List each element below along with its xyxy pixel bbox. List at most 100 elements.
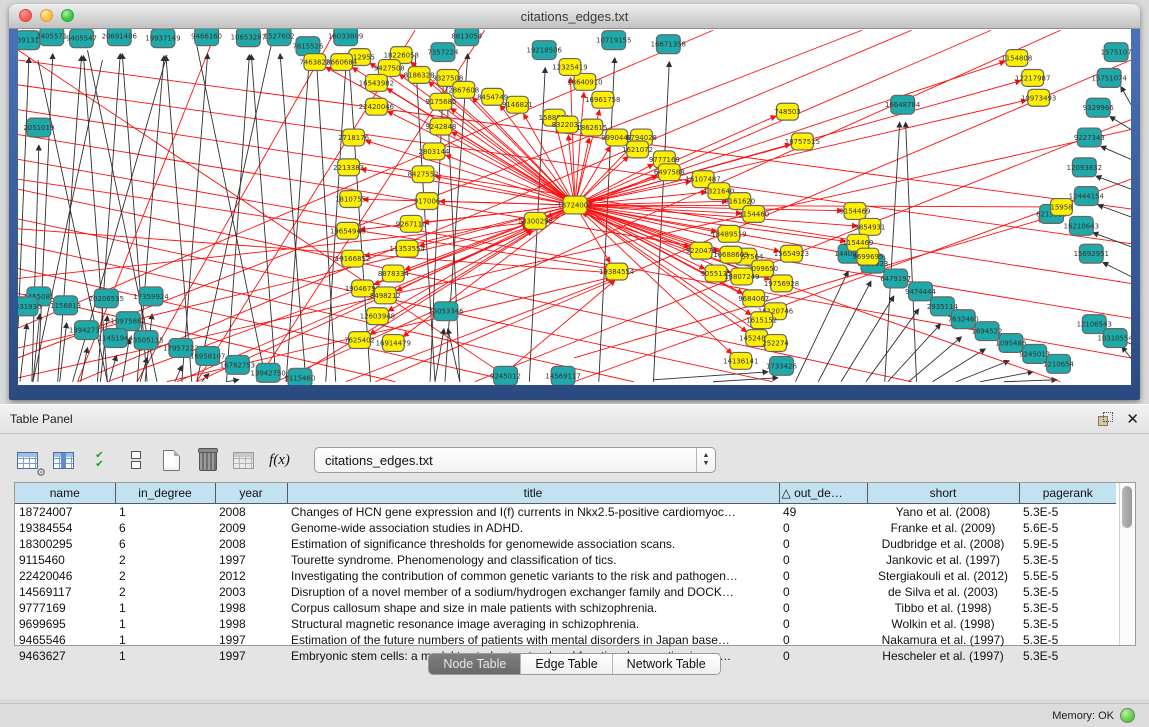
float-panel-icon[interactable] xyxy=(1098,412,1112,426)
select-all-rows-button[interactable]: ✔✔ xyxy=(86,447,113,473)
graph-node[interactable]: 1156813 xyxy=(50,296,81,315)
function-builder-button[interactable]: f(x) xyxy=(266,447,293,473)
graph-node[interactable]: 10973493 xyxy=(1021,89,1056,106)
graph-node[interactable]: 9227343 xyxy=(1074,128,1105,147)
graph-node[interactable]: 8813054 xyxy=(451,29,482,46)
graph-node[interactable]: 8427552 xyxy=(408,166,439,183)
graph-node[interactable]: 1210654 xyxy=(1043,354,1074,373)
table-row[interactable]: 1456911722003Disruption of a novel membe… xyxy=(15,584,1116,600)
graph-node[interactable]: 917006 xyxy=(414,193,440,210)
graph-node[interactable]: 9245012 xyxy=(490,366,521,385)
column-header-short[interactable]: short xyxy=(867,483,1019,504)
graph-node[interactable]: 12217987 xyxy=(1015,69,1050,86)
graph-node[interactable]: 9684067 xyxy=(738,290,769,307)
table-row[interactable]: 946554611997Estimation of the future num… xyxy=(15,632,1116,648)
zoom-window-button[interactable] xyxy=(61,9,74,22)
delete-table-button[interactable] xyxy=(194,447,221,473)
graph-node[interactable]: 12444154 xyxy=(1069,187,1105,206)
graph-node[interactable]: 16671358 xyxy=(651,35,686,54)
graph-node[interactable]: 9854931 xyxy=(854,218,885,235)
graph-node[interactable]: 16648784 xyxy=(885,95,921,114)
graph-node[interactable]: 16033809 xyxy=(328,29,363,46)
graph-node[interactable]: 9154469 xyxy=(840,203,871,220)
table-row[interactable]: 1830029562008Estimation of significance … xyxy=(15,536,1116,552)
graph-node[interactable]: 252274 xyxy=(762,335,789,352)
graph-node[interactable]: 9175685 xyxy=(426,93,457,110)
graph-node[interactable]: 1733426 xyxy=(766,356,797,375)
graph-node[interactable]: 10653287 xyxy=(231,29,266,47)
close-panel-icon[interactable]: ✕ xyxy=(1126,412,1139,427)
graph-node[interactable]: 15751074 xyxy=(1092,68,1128,87)
column-header-out_de[interactable]: △ out_de… xyxy=(779,483,867,504)
graph-node[interactable]: 10975887 xyxy=(111,312,146,331)
graph-node[interactable]: 2867608 xyxy=(448,81,479,98)
row-height-button[interactable] xyxy=(122,447,149,473)
graph-node[interactable]: 15692951 xyxy=(1074,244,1109,263)
graph-node[interactable]: 9115460 xyxy=(285,368,316,385)
graph-node[interactable]: 9154460 xyxy=(738,206,769,223)
graph-node[interactable]: 7632460 xyxy=(948,310,979,329)
table-row[interactable]: 1872400712008Changes of HCN gene express… xyxy=(15,504,1116,521)
graph-node[interactable]: 1694522 xyxy=(972,322,1003,341)
minimize-window-button[interactable] xyxy=(40,9,53,22)
graph-node[interactable]: 19218506 xyxy=(527,41,562,60)
graph-node[interactable]: 12093832 xyxy=(1067,158,1102,177)
network-graph[interactable]: 1391312240557194055472069140619937149946… xyxy=(18,29,1131,385)
table-selector-dropdown[interactable]: citations_edges.txt ▲▼ xyxy=(314,447,716,473)
graph-node[interactable]: 15958 xyxy=(1050,199,1072,216)
graph-node[interactable]: 1615152 xyxy=(746,312,777,329)
scrollbar-thumb[interactable] xyxy=(1122,486,1132,528)
column-header-name[interactable]: name xyxy=(15,483,115,504)
graph-node[interactable]: 9699695 xyxy=(852,248,883,265)
graph-node[interactable]: 7815526 xyxy=(292,37,323,56)
table-row[interactable]: 977716911998Corpus callosum shape and si… xyxy=(15,600,1116,616)
graph-node[interactable]: 1575107 xyxy=(1101,43,1131,62)
graph-node[interactable]: 18757515 xyxy=(785,133,820,150)
close-window-button[interactable] xyxy=(19,9,32,22)
new-table-button[interactable] xyxy=(158,447,185,473)
graph-node[interactable]: 18489519 xyxy=(711,225,746,242)
network-canvas[interactable]: 1391312240557194055472069140619937149946… xyxy=(18,29,1131,385)
column-header-in_degree[interactable]: in_degree xyxy=(115,483,215,504)
graph-node[interactable]: 7357224 xyxy=(427,43,458,62)
graph-node[interactable]: 16961758 xyxy=(585,91,620,108)
column-header-pagerank[interactable]: pagerank xyxy=(1019,483,1116,504)
graph-node[interactable]: 17359924 xyxy=(133,287,169,306)
graph-node[interactable]: 2405571 xyxy=(36,29,67,46)
tab-edge-table[interactable]: Edge Table xyxy=(521,654,612,674)
graph-node[interactable]: 2718176 xyxy=(338,129,369,146)
graph-node[interactable]: 7625402 xyxy=(344,332,375,349)
graph-node[interactable]: 1331930 xyxy=(18,297,41,316)
table-row[interactable]: 969969511998Structural magnetic resonanc… xyxy=(15,616,1116,632)
tab-network-table[interactable]: Network Table xyxy=(613,654,720,674)
graph-node[interactable]: 8498212 xyxy=(370,287,401,304)
show-columns-button[interactable] xyxy=(50,447,77,473)
graph-node[interactable]: 14136141 xyxy=(723,352,758,369)
graph-node[interactable]: 6497588 xyxy=(654,164,685,181)
vertical-scrollbar[interactable] xyxy=(1119,483,1135,645)
table-settings-button[interactable]: ⚙ xyxy=(14,447,41,473)
graph-node[interactable]: 9146821 xyxy=(502,96,533,113)
graph-node[interactable]: 2213383 xyxy=(333,159,364,176)
table-row[interactable]: 1938455462009Genome-wide association stu… xyxy=(15,520,1116,536)
graph-node[interactable]: 19937149 xyxy=(145,29,180,48)
column-header-year[interactable]: year xyxy=(215,483,287,504)
graph-node[interactable]: 9242848 xyxy=(426,118,457,135)
graph-node[interactable]: 9405547 xyxy=(66,29,97,48)
graph-node[interactable]: 9267110 xyxy=(396,215,427,232)
graph-node[interactable]: 8878334 xyxy=(378,265,409,282)
graph-node[interactable]: 9220470 xyxy=(686,242,717,259)
table-row[interactable]: 911546021997Tourette syndrome. Phenomeno… xyxy=(15,552,1116,568)
graph-node[interactable]: 16210643 xyxy=(1064,216,1099,235)
window-titlebar[interactable]: citations_edges.txt xyxy=(9,4,1140,29)
graph-node[interactable]: 9329966 xyxy=(1083,98,1114,117)
graph-node[interactable]: 6479197 xyxy=(880,269,911,288)
tab-node-table[interactable]: Node Table xyxy=(429,654,521,674)
graph-node[interactable]: 2051019 xyxy=(23,118,54,137)
node-table[interactable]: namein_degreeyeartitle△ out_de…shortpage… xyxy=(15,483,1116,664)
graph-node[interactable]: 20691406 xyxy=(102,29,137,46)
graph-node[interactable]: 8186328 xyxy=(404,67,435,84)
graph-node[interactable]: 9466160 xyxy=(191,29,222,46)
column-header-title[interactable]: title xyxy=(287,483,779,504)
graph-node[interactable]: 1154808 xyxy=(1001,50,1032,67)
